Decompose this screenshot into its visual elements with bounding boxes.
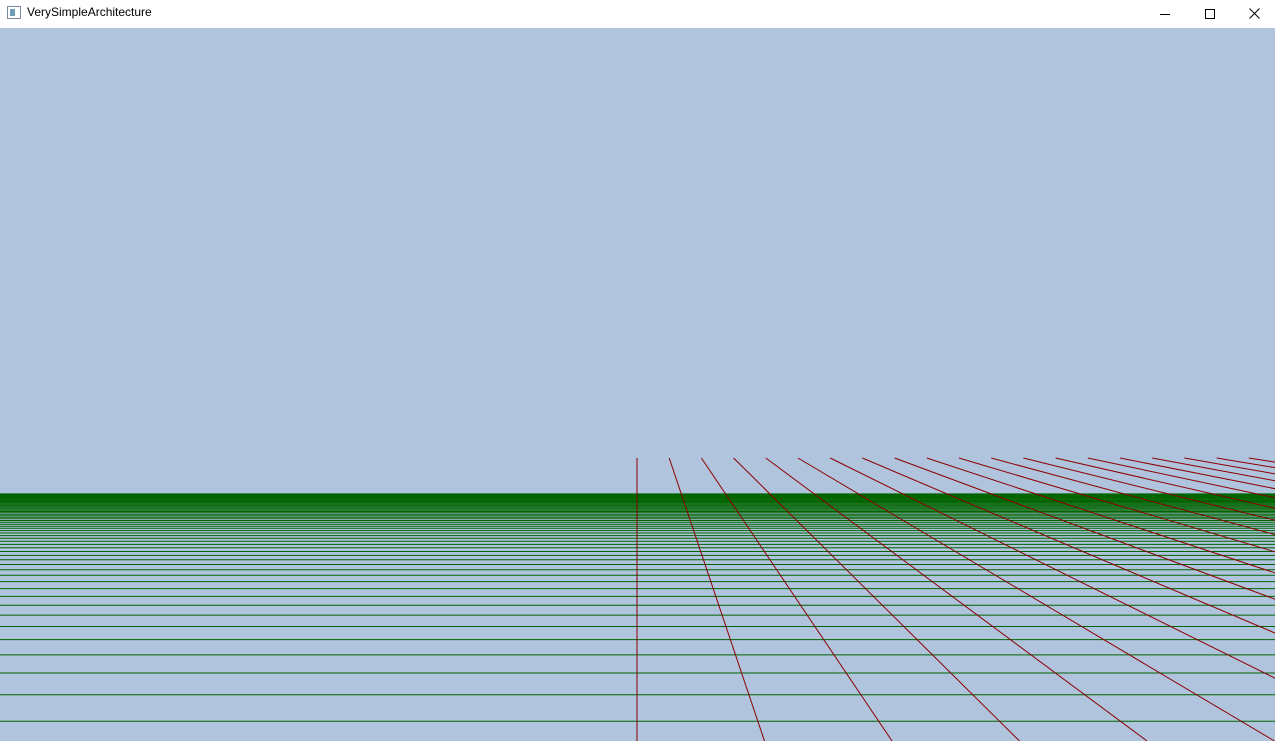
maximize-icon xyxy=(1204,8,1215,19)
close-icon xyxy=(1249,8,1260,19)
3d-viewport[interactable] xyxy=(0,28,1275,741)
window-title: VerySimpleArchitecture xyxy=(27,5,152,19)
maximize-button[interactable] xyxy=(1187,0,1232,27)
app-window: VerySimpleArchitecture xyxy=(0,0,1275,741)
minimize-icon xyxy=(1159,13,1170,15)
close-button[interactable] xyxy=(1232,0,1275,27)
app-icon xyxy=(7,6,21,19)
floor-grid xyxy=(0,457,1275,741)
minimize-button[interactable] xyxy=(1142,0,1187,27)
title-bar[interactable]: VerySimpleArchitecture xyxy=(0,0,1275,27)
